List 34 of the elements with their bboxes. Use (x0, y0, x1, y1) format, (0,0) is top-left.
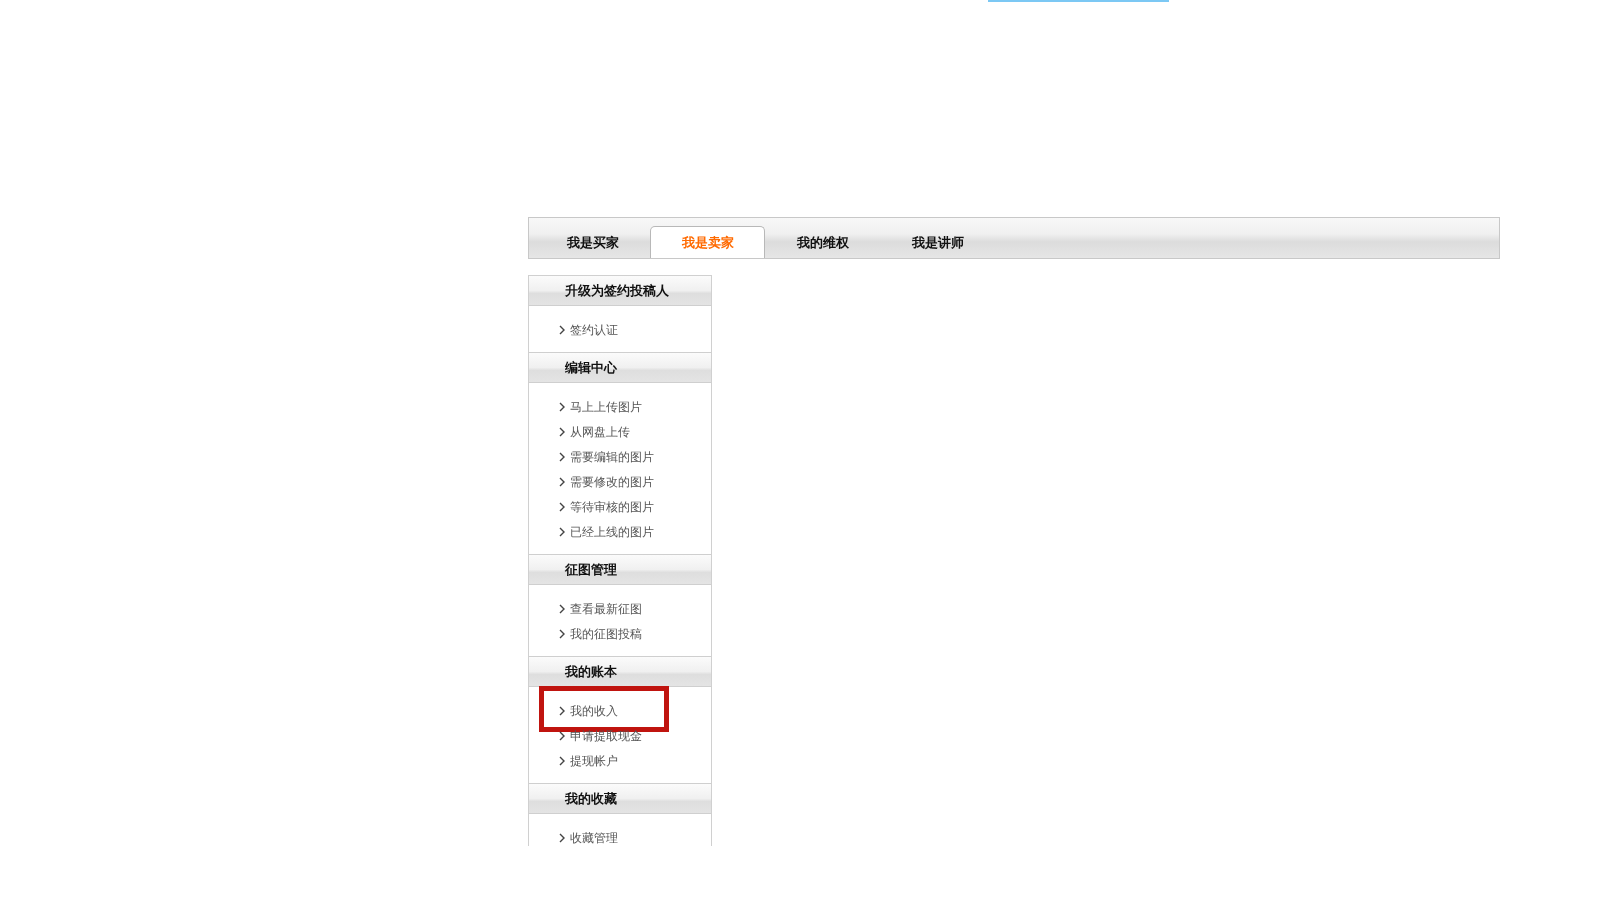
chevron-icon (559, 731, 565, 741)
sidebar-link[interactable]: 从网盘上传 (559, 419, 630, 445)
chevron-icon (559, 706, 565, 716)
sidebar-link[interactable]: 签约认证 (559, 317, 618, 343)
section-header: 我的收藏 (529, 784, 711, 814)
chevron-icon (559, 527, 565, 537)
sidebar-link[interactable]: 等待审核的图片 (559, 494, 654, 520)
chevron-icon (559, 325, 565, 335)
sidebar-link[interactable]: 需要编辑的图片 (559, 444, 654, 470)
sidebar-link[interactable]: 我的收入 (559, 698, 618, 724)
sidebar-link[interactable]: 收藏管理 (559, 825, 618, 846)
chevron-icon (559, 833, 565, 843)
chevron-icon (559, 604, 565, 614)
section-header: 征图管理 (529, 555, 711, 585)
sidebar-link[interactable]: 查看最新征图 (559, 596, 642, 622)
sidebar-link[interactable]: 申请提取现金 (559, 723, 642, 749)
section-header: 我的账本 (529, 657, 711, 687)
sidebar-link[interactable]: 已经上线的图片 (559, 519, 654, 545)
tab[interactable]: 我的维权 (765, 226, 880, 258)
sidebar-link[interactable]: 提现帐户 (559, 748, 618, 774)
tab[interactable]: 我是讲师 (880, 226, 995, 258)
chevron-icon (559, 477, 565, 487)
chevron-icon (559, 427, 565, 437)
chevron-icon (559, 629, 565, 639)
section-header: 升级为签约投稿人 (529, 276, 711, 306)
chevron-icon (559, 756, 565, 766)
chevron-icon (559, 402, 565, 412)
sidebar-link[interactable]: 需要修改的图片 (559, 469, 654, 495)
chevron-icon (559, 502, 565, 512)
tab[interactable]: 我是买家 (535, 226, 650, 258)
sidebar-link[interactable]: 我的征图投稿 (559, 621, 642, 647)
sidebar-link[interactable]: 马上上传图片 (559, 394, 642, 420)
chevron-icon (559, 452, 565, 462)
section-header: 编辑中心 (529, 353, 711, 383)
